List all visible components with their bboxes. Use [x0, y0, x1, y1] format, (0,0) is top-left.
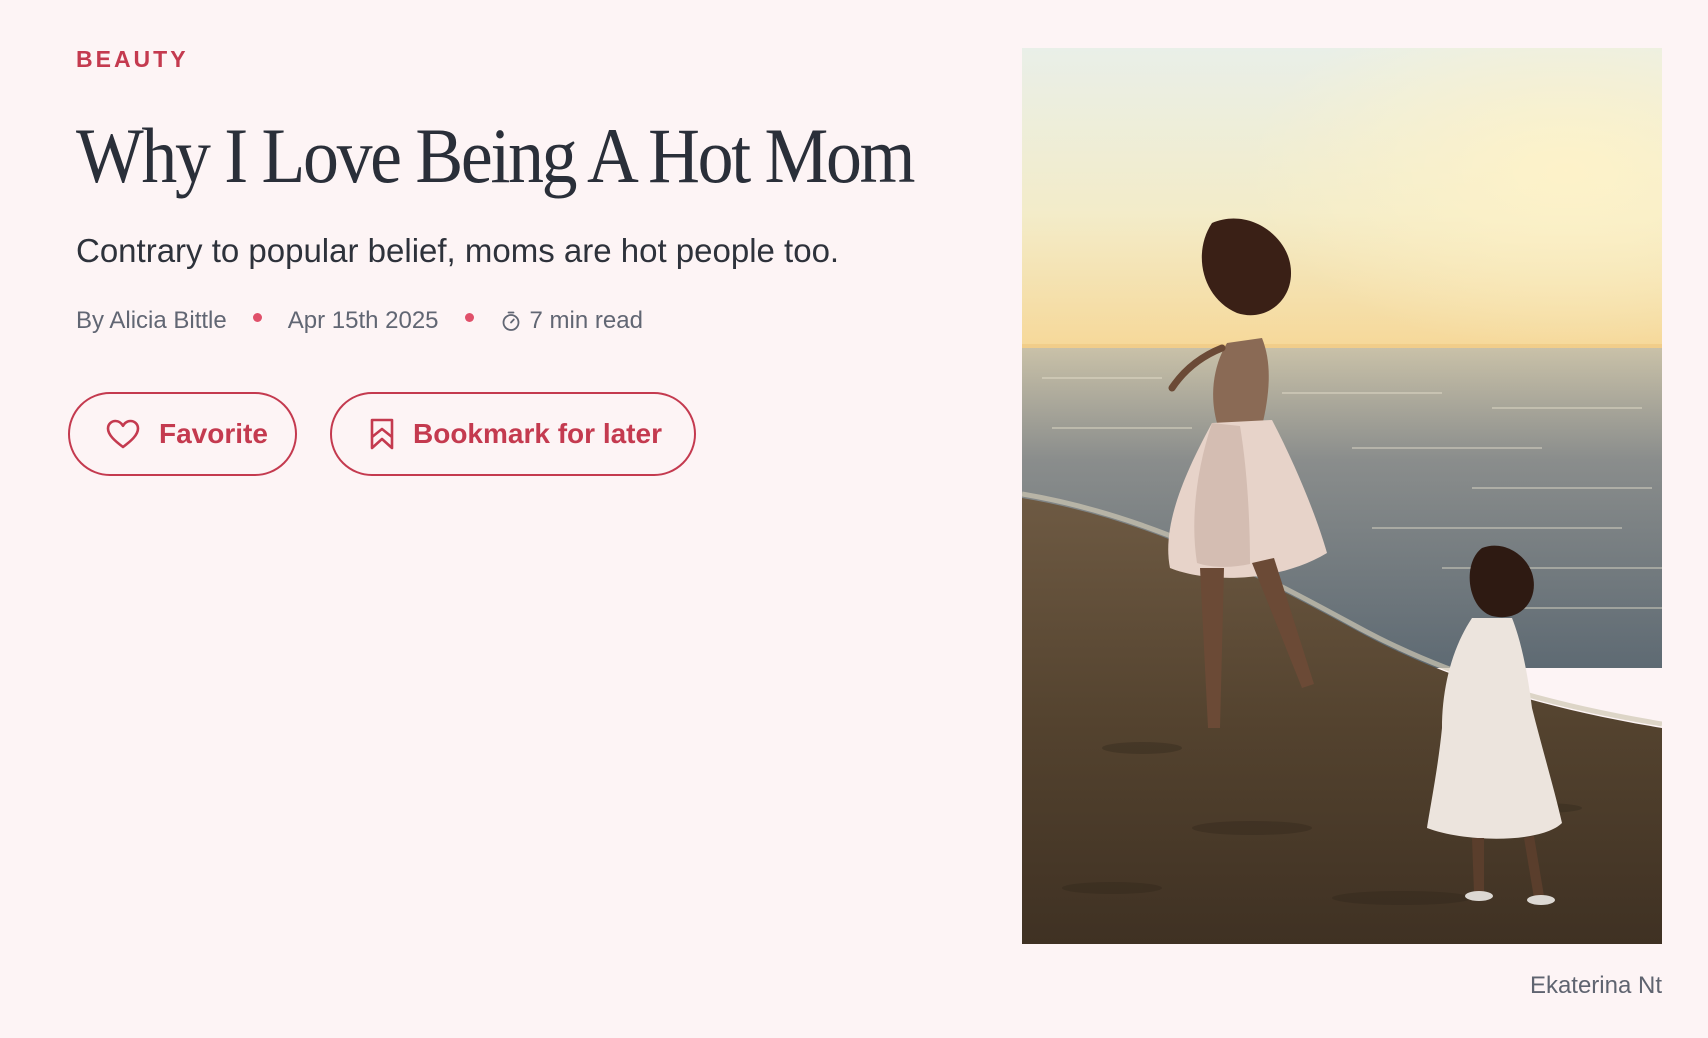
bookmark-button[interactable]: Bookmark for later: [330, 392, 696, 476]
author-byline[interactable]: By Alicia Bittle: [76, 307, 227, 335]
timer-icon: [500, 310, 522, 332]
article-title: Why I Love Being A Hot Mom: [76, 112, 915, 199]
heart-icon: [105, 418, 141, 450]
bookmark-icon: [369, 417, 395, 451]
read-time: 7 min read: [529, 306, 643, 334]
article-header: BEAUTY Why I Love Being A Hot Mom Contra…: [76, 48, 956, 335]
bookmark-label: Bookmark for later: [413, 418, 662, 449]
hero-image: [1022, 48, 1662, 944]
beach-photo-illustration: [1022, 48, 1662, 944]
separator-dot: [252, 313, 262, 323]
favorite-button[interactable]: Favorite: [68, 392, 297, 476]
article-actions: Favorite Bookmark for later: [68, 392, 696, 476]
article-subtitle: Contrary to popular belief, moms are hot…: [76, 232, 840, 269]
article-meta: By Alicia Bittle Apr 15th 2025 7 min rea…: [76, 307, 956, 335]
separator-dot: [464, 313, 474, 323]
category-label[interactable]: BEAUTY: [76, 48, 956, 71]
image-credit: Ekaterina Nt: [1529, 972, 1662, 999]
publish-date: Apr 15th 2025: [287, 306, 439, 334]
favorite-label: Favorite: [159, 418, 268, 449]
